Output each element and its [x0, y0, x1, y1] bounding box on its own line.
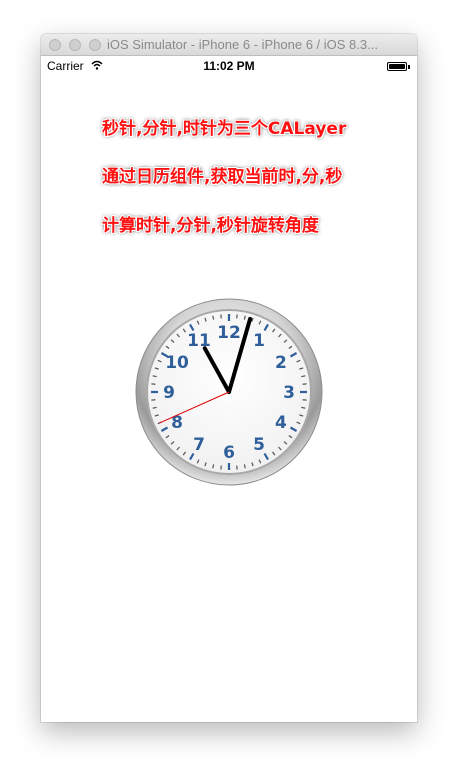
clock-numeral: 5	[253, 435, 265, 455]
caption-rotation: 计算时针,分针,秒针旋转角度	[102, 216, 319, 236]
analog-clock: 12 12 3 45678 9 1011	[135, 298, 323, 486]
clock-tick	[212, 315, 215, 320]
caption-calendar: 通过日历组件,获取当前时,分,秒	[102, 167, 343, 187]
clock-numeral: 11	[187, 331, 211, 351]
window-titlebar: iOS Simulator - iPhone 6 - iPhone 6 / iO…	[41, 34, 417, 56]
simulator-window: iOS Simulator - iPhone 6 - iPhone 6 / iO…	[41, 34, 417, 722]
clock-numeral: 4	[275, 413, 287, 433]
close-window-button[interactable]	[49, 39, 61, 51]
clock-numeral: 9	[163, 383, 175, 403]
status-time: 11:02 PM	[203, 59, 255, 73]
battery-tip	[408, 65, 410, 69]
minimize-window-button[interactable]	[69, 39, 81, 51]
clock-tick	[152, 406, 157, 409]
clock-numeral: 1	[253, 331, 265, 351]
clock-tick	[301, 375, 306, 378]
window-title: iOS Simulator - iPhone 6 - iPhone 6 / iO…	[107, 37, 378, 52]
zoom-window-button[interactable]	[89, 39, 101, 51]
clock-tick	[152, 375, 157, 378]
clock-numeral: 2	[275, 353, 287, 373]
clock-numeral: 8	[171, 413, 183, 433]
clock-numeral: 10	[165, 353, 189, 373]
caption-layers: 秒针,分针,时针为三个CALayer	[102, 119, 347, 139]
ios-status-bar: Carrier 11:02 PM	[41, 56, 417, 76]
clock-numeral: 3	[283, 383, 295, 403]
clock-tick	[301, 406, 306, 409]
clock-tick	[243, 464, 246, 469]
clock-tick	[243, 315, 246, 320]
battery-icon	[387, 62, 407, 71]
clock-numeral: 6	[223, 443, 235, 463]
clock-numeral: 7	[193, 435, 205, 455]
clock-tick	[212, 464, 215, 469]
clock-numeral: 12	[217, 323, 241, 343]
